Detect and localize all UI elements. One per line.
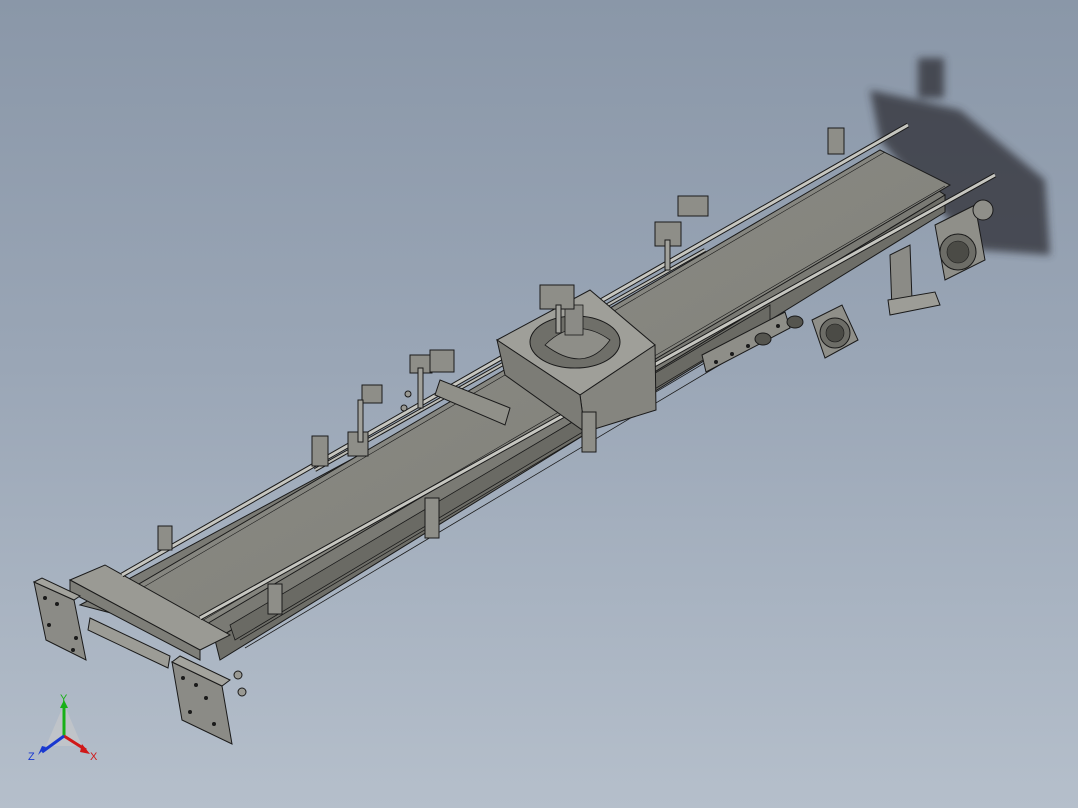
motor-middle <box>811 304 859 359</box>
support-leg <box>887 244 941 316</box>
mounting-plate-right <box>171 655 233 745</box>
x-axis-label: X <box>90 751 98 763</box>
y-axis-label: Y <box>60 693 68 705</box>
z-axis-label: Z <box>28 751 35 763</box>
coordinate-triad: Y X Z <box>28 693 98 763</box>
cad-3d-viewport[interactable]: Y X Z <box>0 0 1078 808</box>
